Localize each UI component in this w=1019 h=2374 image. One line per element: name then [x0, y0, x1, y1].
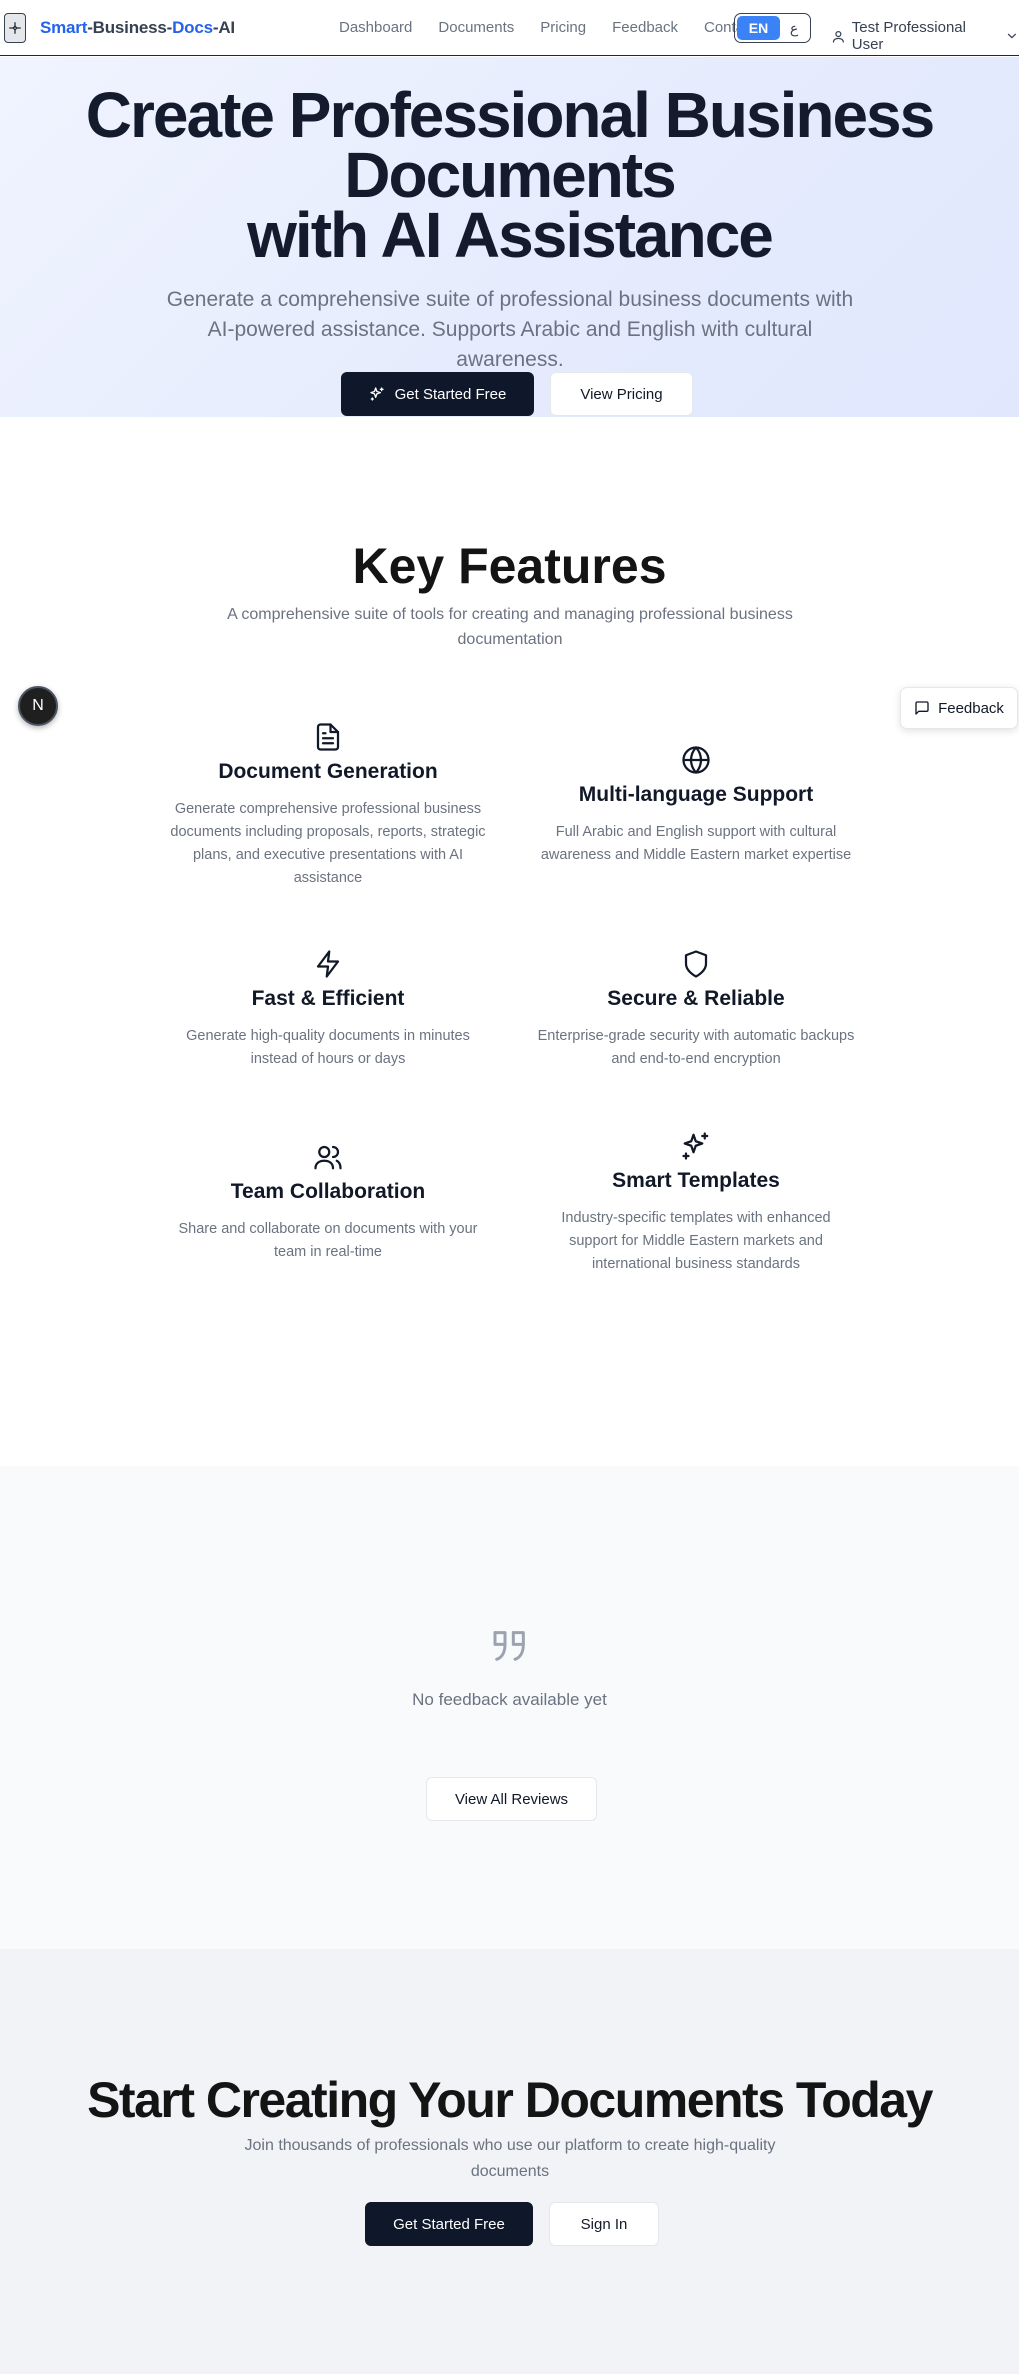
feature-card: Smart Templates Industry-specific templa…: [536, 1131, 856, 1276]
feature-name: Team Collaboration: [230, 1180, 426, 1203]
lang-ar-button[interactable]: ع: [780, 20, 808, 37]
brand-part: Smart: [40, 18, 88, 37]
feature-name: Secure & Reliable: [607, 987, 785, 1010]
lang-en-button[interactable]: EN: [737, 16, 780, 40]
nav-link-documents[interactable]: Documents: [438, 19, 514, 36]
brand-part: -Business-: [87, 18, 173, 37]
features-section: Key Features A comprehensive suite of to…: [0, 417, 1019, 1466]
feature-desc: Industry-specific templates with enhance…: [561, 1210, 831, 1272]
feature-name: Document Generation: [218, 760, 438, 783]
brand-name[interactable]: Smart-Business-Docs-AI: [40, 18, 235, 38]
nav-link-feedback[interactable]: Feedback: [612, 19, 678, 36]
message-square-icon: [915, 701, 929, 715]
hero-title-line: with AI Assistance: [247, 199, 774, 271]
quote-icon: [493, 1631, 525, 1661]
hero-subtitle: Generate a comprehensive suite of profes…: [166, 288, 854, 371]
get-started-button[interactable]: Get Started Free: [341, 372, 534, 416]
features-subtitle: A comprehensive suite of tools for creat…: [227, 606, 793, 648]
sign-in-button[interactable]: Sign In: [549, 2202, 659, 2246]
feature-name: Smart Templates: [612, 1169, 780, 1192]
brand-part: -AI: [212, 18, 235, 37]
cta-get-started-button[interactable]: Get Started Free: [365, 2202, 533, 2246]
feature-card: Team Collaboration Share and collaborate…: [168, 1142, 488, 1264]
cta-subtitle: Join thousands of professionals who use …: [244, 2137, 776, 2180]
feedback-label: Feedback: [938, 699, 1004, 717]
feature-desc: Full Arabic and English support with cul…: [540, 824, 852, 863]
feature-card: Fast & Efficient Generate high-quality d…: [168, 949, 488, 1071]
user-menu[interactable]: Test Professional User: [831, 19, 1019, 53]
cta-title: Start Creating Your Documents Today: [87, 2072, 933, 2128]
no-feedback-text: No feedback available yet: [412, 1690, 607, 1709]
sparkles-icon: [369, 387, 384, 401]
language-toggle: EN ع: [734, 13, 811, 43]
hero-section: Create Professional Business Documents w…: [0, 57, 1019, 417]
top-navbar: Smart-Business-Docs-AI Dashboard Documen…: [0, 0, 1019, 56]
view-pricing-button[interactable]: View Pricing: [550, 372, 693, 416]
feature-desc: Generate comprehensive professional busi…: [170, 801, 486, 886]
zap-icon: [316, 950, 340, 978]
get-started-label: Get Started Free: [394, 385, 507, 403]
file-text-icon: [316, 723, 340, 751]
feature-desc: Share and collaborate on documents with …: [178, 1221, 478, 1260]
features-title: Key Features: [352, 538, 667, 594]
shield-icon: [684, 950, 708, 978]
users-icon: [314, 1145, 342, 1170]
globe-icon: [682, 746, 710, 774]
feature-card: Secure & Reliable Enterprise-grade secur…: [536, 949, 856, 1071]
logo-icon[interactable]: [4, 13, 26, 43]
feature-card: Document Generation Generate comprehensi…: [168, 722, 488, 890]
sparkles-icon: [682, 1132, 709, 1160]
view-all-reviews-button[interactable]: View All Reviews: [426, 1777, 597, 1821]
hero-title: Create Professional Business Documents w…: [0, 83, 1019, 267]
feature-name: Fast & Efficient: [251, 987, 405, 1010]
next-dev-badge[interactable]: N: [18, 686, 58, 726]
nav-link-dashboard[interactable]: Dashboard: [339, 19, 412, 36]
brand-part: Docs: [172, 18, 213, 37]
chevron-down-icon: [1008, 33, 1017, 39]
feature-desc: Generate high-quality documents in minut…: [186, 1028, 470, 1067]
feedback-floating-button[interactable]: Feedback: [900, 687, 1018, 729]
nav-link-pricing[interactable]: Pricing: [540, 19, 586, 36]
testimonials-section: No feedback available yet View All Revie…: [0, 1466, 1019, 1949]
feature-desc: Enterprise-grade security with automatic…: [537, 1028, 855, 1067]
user-icon: [832, 30, 844, 43]
feature-name: Multi-language Support: [578, 783, 814, 806]
cta-section: Start Creating Your Documents Today Join…: [0, 1949, 1019, 2374]
feature-card: Multi-language Support Full Arabic and E…: [536, 745, 856, 867]
nav-links: Dashboard Documents Pricing Feedback Con…: [339, 19, 782, 36]
user-name: Test Professional User: [851, 19, 966, 53]
